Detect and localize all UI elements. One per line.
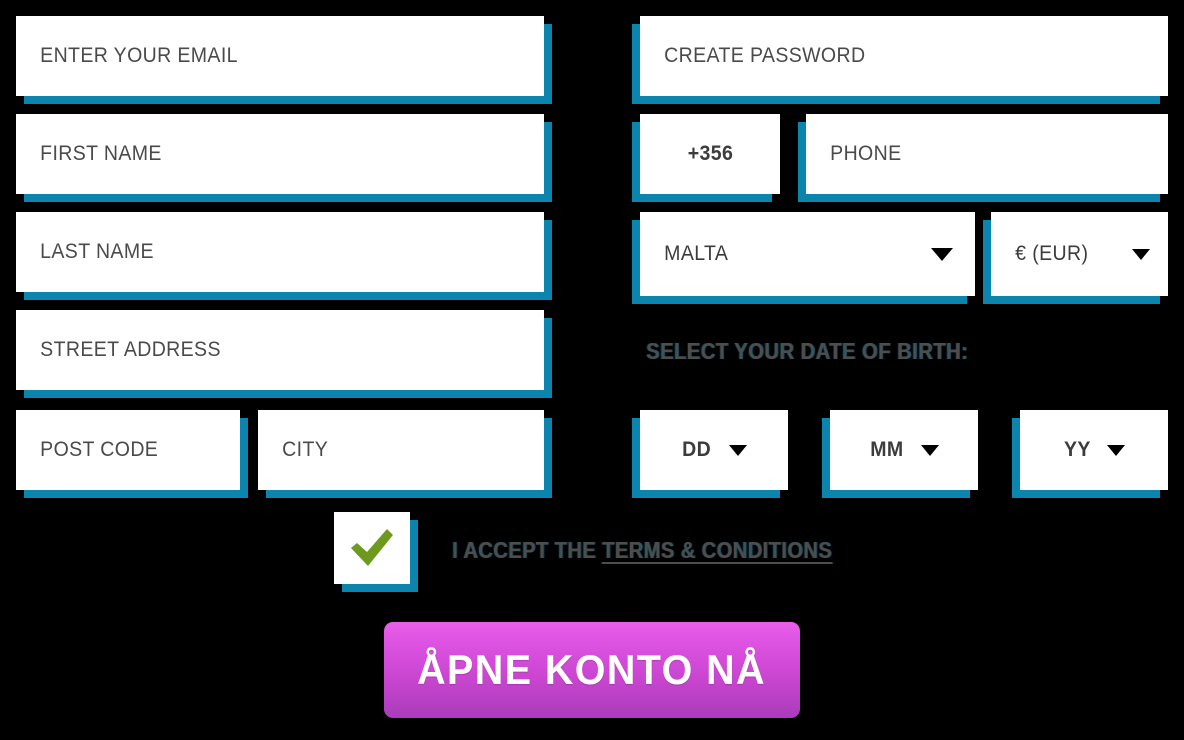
checkmark-icon: [351, 529, 393, 566]
submit-button-label: ÅPNE KONTO NÅ: [417, 646, 767, 693]
phone-placeholder: PHONE: [830, 142, 902, 165]
currency-value: € (EUR): [1015, 242, 1089, 265]
chevron-down-icon: [728, 444, 747, 456]
registration-form: ENTER YOUR EMAIL FIRST NAME LAST NAME ST…: [0, 0, 1184, 740]
last-name-field[interactable]: LAST NAME: [16, 212, 544, 292]
dob-year-value: YY: [1063, 438, 1091, 461]
currency-select[interactable]: € (EUR): [991, 212, 1168, 296]
phone-field[interactable]: PHONE: [806, 114, 1168, 194]
last-name-placeholder: LAST NAME: [40, 240, 154, 263]
chevron-down-icon: [1132, 248, 1150, 260]
country-value: MALTA: [664, 242, 729, 265]
post-code-placeholder: POST CODE: [40, 438, 159, 461]
first-name-placeholder: FIRST NAME: [40, 142, 162, 165]
chevron-down-icon: [1107, 444, 1126, 456]
date-of-birth-label: SELECT YOUR DATE OF BIRTH:: [646, 338, 969, 364]
terms-consent-text: I ACCEPT THE TERMS & CONDITIONS: [452, 537, 832, 564]
submit-button[interactable]: ÅPNE KONTO NÅ: [384, 622, 800, 718]
chevron-down-icon: [931, 247, 953, 261]
city-field[interactable]: CITY: [258, 410, 544, 490]
dob-day-select[interactable]: DD: [640, 410, 788, 490]
street-address-field[interactable]: STREET ADDRESS: [16, 310, 544, 390]
first-name-field[interactable]: FIRST NAME: [16, 114, 544, 194]
street-address-placeholder: STREET ADDRESS: [40, 338, 221, 361]
post-code-field[interactable]: POST CODE: [16, 410, 240, 490]
terms-prefix: I ACCEPT THE: [452, 537, 603, 563]
dial-code-value: +356: [687, 142, 733, 165]
dob-month-value: MM: [870, 438, 904, 461]
dial-code-field[interactable]: +356: [640, 114, 780, 194]
city-placeholder: CITY: [282, 438, 329, 461]
country-select[interactable]: MALTA: [640, 212, 975, 296]
password-field[interactable]: CREATE PASSWORD: [640, 16, 1168, 96]
chevron-down-icon: [920, 444, 939, 456]
dob-day-value: DD: [682, 438, 712, 461]
terms-checkbox[interactable]: [334, 512, 410, 584]
email-placeholder: ENTER YOUR EMAIL: [40, 44, 238, 67]
dob-year-select[interactable]: YY: [1020, 410, 1168, 490]
terms-and-conditions-link[interactable]: TERMS & CONDITIONS: [602, 537, 832, 563]
email-field[interactable]: ENTER YOUR EMAIL: [16, 16, 544, 96]
password-placeholder: CREATE PASSWORD: [664, 44, 866, 67]
dob-month-select[interactable]: MM: [830, 410, 978, 490]
